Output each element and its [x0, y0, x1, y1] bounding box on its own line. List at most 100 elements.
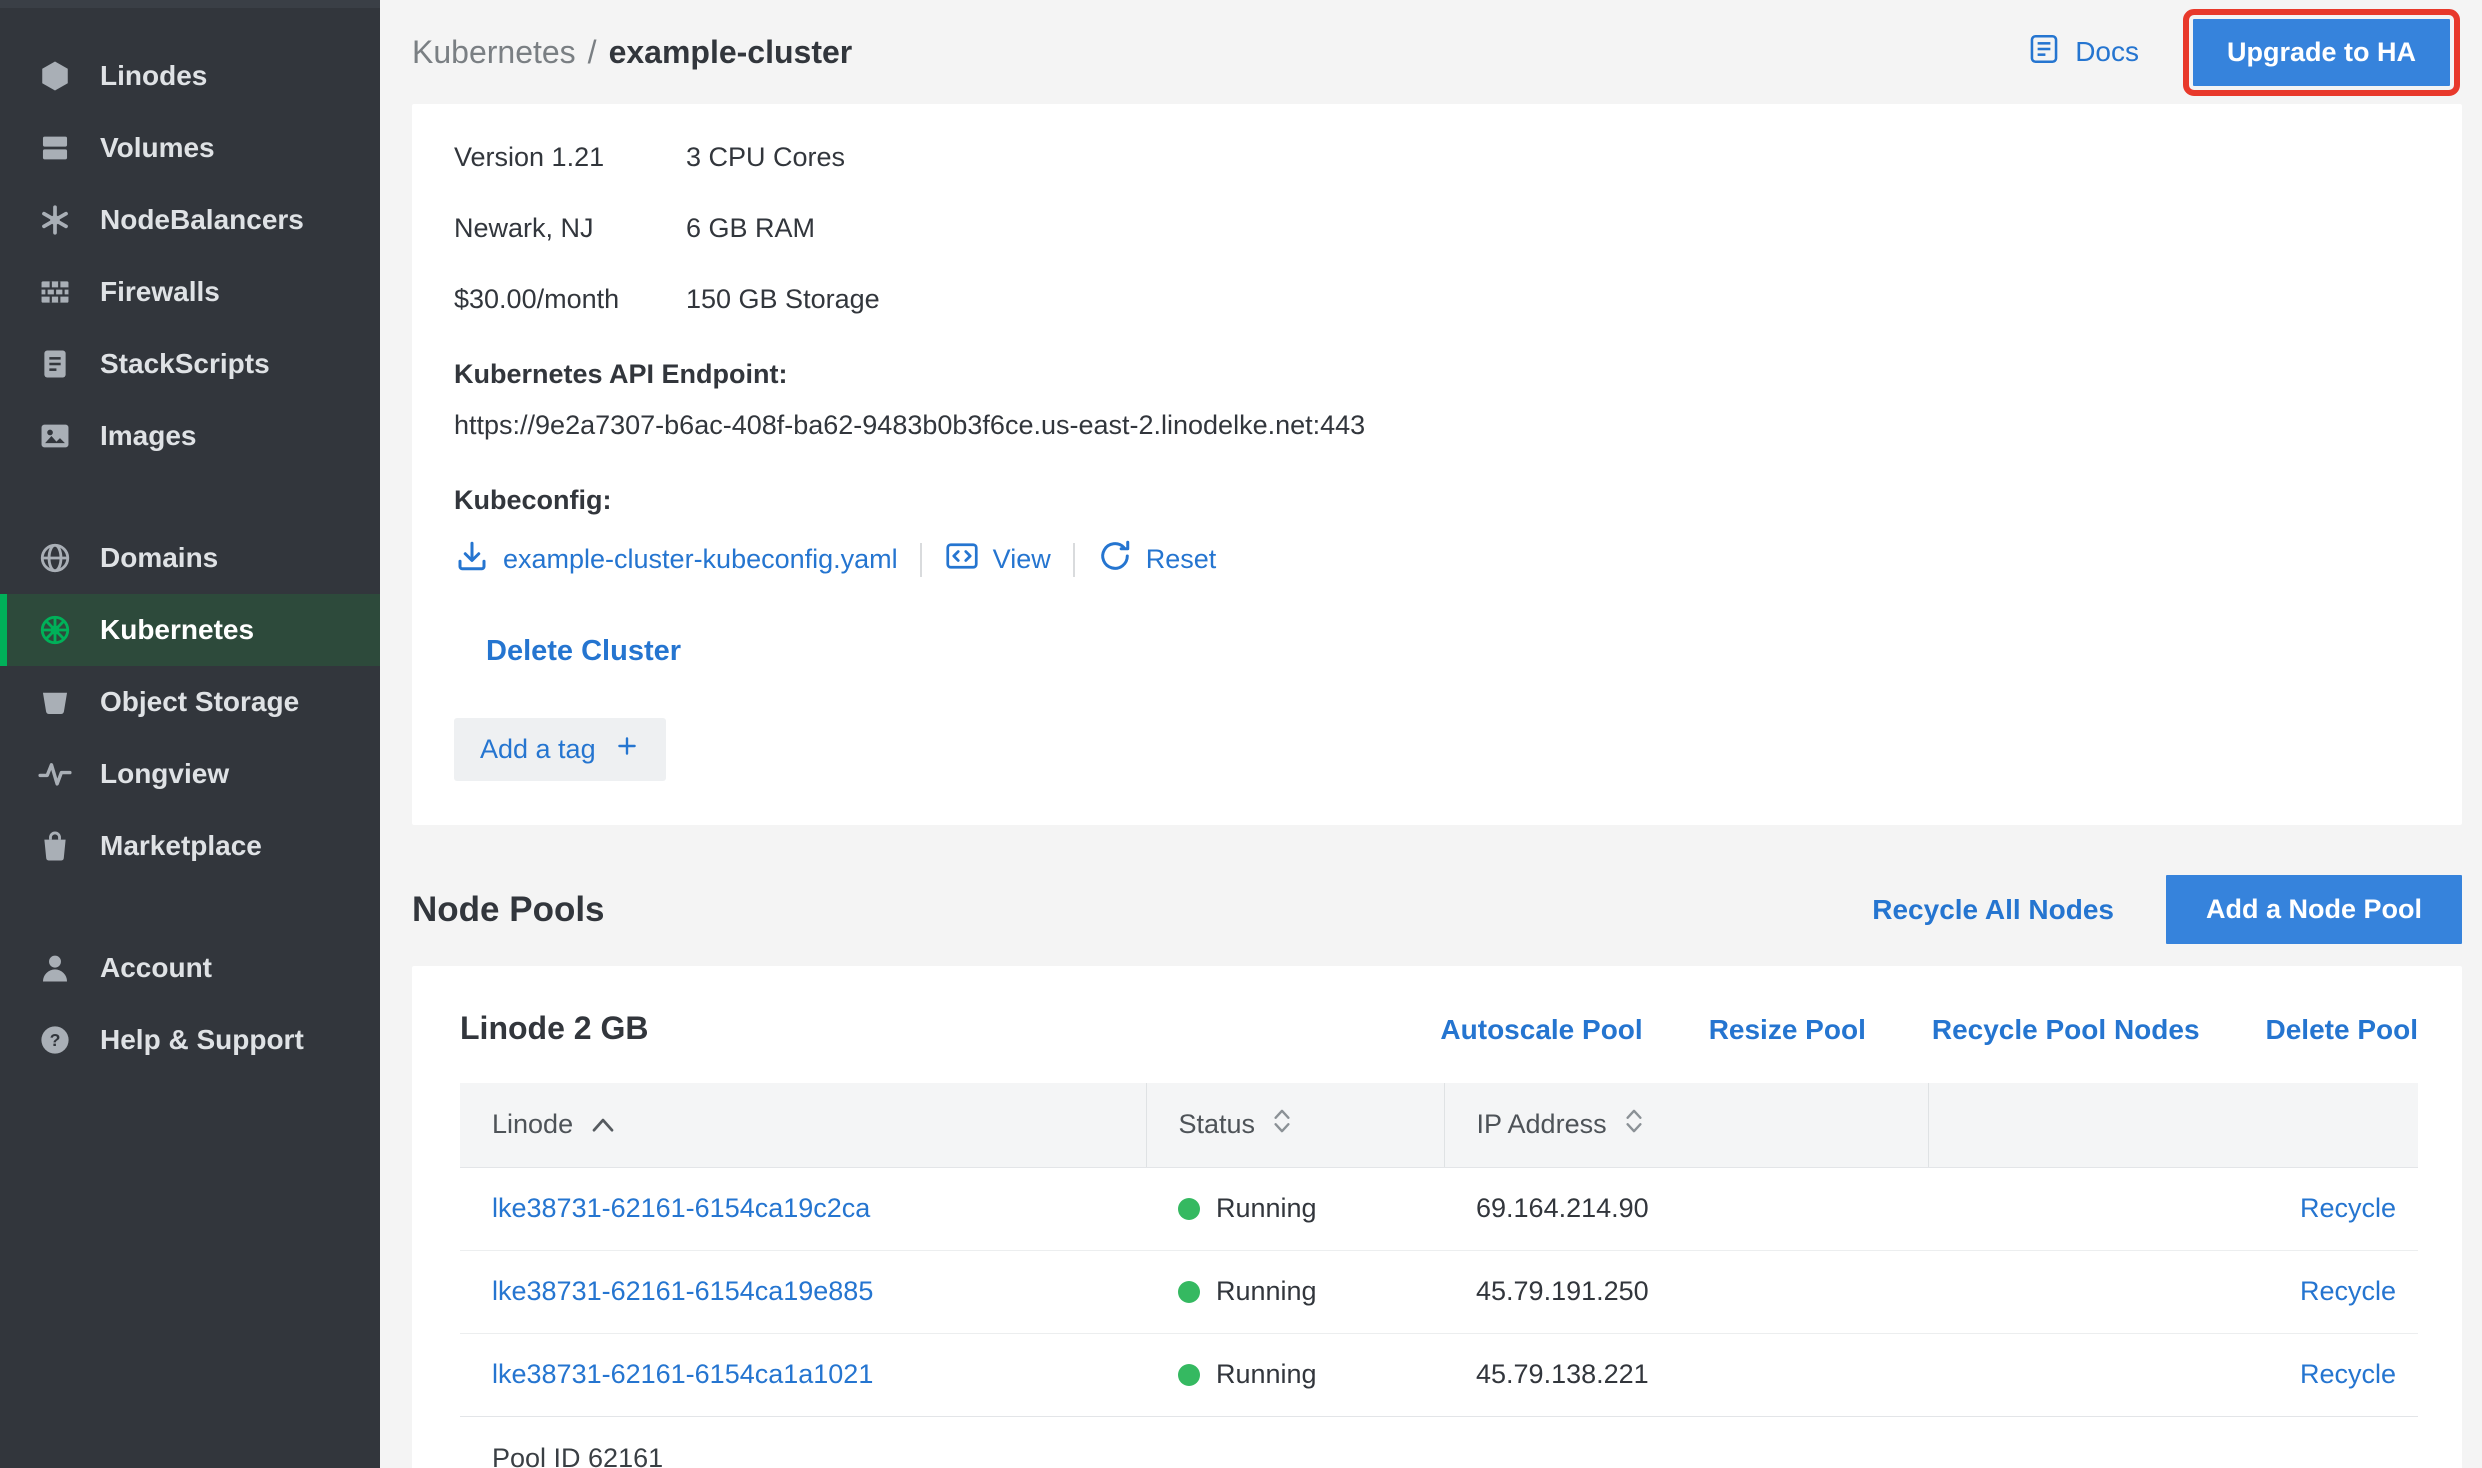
sidebar-top-strip — [0, 0, 380, 8]
recycle-node-button[interactable]: Recycle — [2300, 1359, 2396, 1389]
spec-version: Version 1.21 — [454, 142, 686, 173]
pool-plan-title: Linode 2 GB — [460, 1010, 648, 1047]
recycle-node-button[interactable]: Recycle — [2300, 1276, 2396, 1306]
sidebar-item-label: StackScripts — [100, 348, 270, 380]
spec-cpu: 3 CPU Cores — [686, 142, 2420, 173]
sidebar-item-label: Account — [100, 952, 212, 984]
table-footer-row: Pool ID 62161 — [460, 1416, 2418, 1468]
column-header-linode[interactable]: Linode — [460, 1083, 1146, 1167]
column-header-actions — [1928, 1083, 2418, 1167]
page-header: Kubernetes / example-cluster Docs Upgrad… — [412, 0, 2462, 104]
pool-actions: Autoscale Pool Resize Pool Recycle Pool … — [1440, 1014, 2418, 1046]
sidebar-item-help-support[interactable]: ? Help & Support — [0, 1004, 380, 1076]
api-endpoint-label: Kubernetes API Endpoint: — [454, 359, 2420, 390]
node-pools-title: Node Pools — [412, 890, 605, 930]
kubeconfig-row: example-cluster-kubeconfig.yaml View Res… — [454, 538, 2420, 581]
pool-header: Linode 2 GB Autoscale Pool Resize Pool R… — [460, 1010, 2418, 1047]
shopping-bag-icon — [36, 827, 74, 865]
upgrade-to-ha-button[interactable]: Upgrade to HA — [2193, 19, 2450, 86]
kubeconfig-label: Kubeconfig: — [454, 485, 2420, 516]
cube-icon — [36, 57, 74, 95]
delete-cluster-button[interactable]: Delete Cluster — [486, 635, 681, 668]
status-running-dot — [1178, 1281, 1200, 1303]
sidebar-group-divider — [0, 882, 380, 932]
divider — [920, 543, 922, 577]
node-link[interactable]: lke38731-62161-6154ca19e885 — [492, 1276, 873, 1306]
code-view-icon — [944, 538, 980, 581]
sidebar-item-object-storage[interactable]: Object Storage — [0, 666, 380, 738]
delete-pool-button[interactable]: Delete Pool — [2266, 1014, 2418, 1046]
sidebar-item-label: Linodes — [100, 60, 207, 92]
plus-icon — [614, 733, 640, 766]
column-header-ip[interactable]: IP Address — [1444, 1083, 1928, 1167]
resize-pool-button[interactable]: Resize Pool — [1709, 1014, 1866, 1046]
reset-icon — [1097, 538, 1133, 581]
kubeconfig-view-button[interactable]: View — [944, 538, 1051, 581]
column-header-status[interactable]: Status — [1146, 1083, 1444, 1167]
picture-icon — [36, 417, 74, 455]
sidebar-item-longview[interactable]: Longview — [0, 738, 380, 810]
node-link[interactable]: lke38731-62161-6154ca1a1021 — [492, 1359, 873, 1389]
table-row: lke38731-62161-6154ca19e885 Running 45.7… — [460, 1250, 2418, 1333]
recycle-all-nodes-button[interactable]: Recycle All Nodes — [1872, 894, 2114, 926]
table-row: lke38731-62161-6154ca19c2ca Running 69.1… — [460, 1167, 2418, 1250]
status-label: Running — [1216, 1193, 1317, 1224]
sidebar-group-divider — [0, 472, 380, 522]
sidebar-item-linodes[interactable]: Linodes — [0, 40, 380, 112]
svg-text:?: ? — [50, 1030, 61, 1050]
sidebar-item-label: NodeBalancers — [100, 204, 304, 236]
spec-price: $30.00/month — [454, 284, 686, 315]
sidebar-item-domains[interactable]: Domains — [0, 522, 380, 594]
breadcrumb-section[interactable]: Kubernetes — [412, 34, 576, 71]
status-running-dot — [1178, 1198, 1200, 1220]
kubeconfig-reset-button[interactable]: Reset — [1097, 538, 1217, 581]
globe-icon — [36, 539, 74, 577]
view-label: View — [993, 544, 1051, 575]
sidebar-item-account[interactable]: Account — [0, 932, 380, 1004]
table-row: lke38731-62161-6154ca1a1021 Running 45.7… — [460, 1333, 2418, 1416]
sidebar-item-label: Object Storage — [100, 686, 299, 718]
header-actions: Docs Upgrade to HA — [2027, 19, 2462, 86]
add-tag-button[interactable]: Add a tag — [454, 718, 666, 781]
node-pools-header: Node Pools Recycle All Nodes Add a Node … — [412, 875, 2462, 944]
status-label: Running — [1216, 1359, 1317, 1390]
recycle-node-button[interactable]: Recycle — [2300, 1193, 2396, 1223]
table-header-row: Linode Status IP Address — [460, 1083, 2418, 1167]
reset-label: Reset — [1146, 544, 1217, 575]
sidebar: Linodes Volumes NodeBalancers Firewalls … — [0, 0, 380, 1468]
download-icon — [454, 538, 490, 581]
sidebar-item-stackscripts[interactable]: StackScripts — [0, 328, 380, 400]
add-tag-label: Add a tag — [480, 734, 596, 765]
spec-storage: 150 GB Storage — [686, 284, 2420, 315]
api-endpoint-url: https://9e2a7307-b6ac-408f-ba62-9483b0b3… — [454, 410, 2420, 441]
kubeconfig-download-link[interactable]: example-cluster-kubeconfig.yaml — [454, 538, 898, 581]
sidebar-item-label: Help & Support — [100, 1024, 304, 1056]
breadcrumb-current: example-cluster — [609, 34, 853, 71]
sidebar-item-marketplace[interactable]: Marketplace — [0, 810, 380, 882]
sidebar-item-nodebalancers[interactable]: NodeBalancers — [0, 184, 380, 256]
breadcrumb-separator: / — [588, 34, 597, 71]
main-content: Kubernetes / example-cluster Docs Upgrad… — [380, 0, 2482, 1468]
sidebar-item-label: Marketplace — [100, 830, 262, 862]
autoscale-pool-button[interactable]: Autoscale Pool — [1440, 1014, 1642, 1046]
node-link[interactable]: lke38731-62161-6154ca19c2ca — [492, 1193, 870, 1223]
brick-wall-icon — [36, 273, 74, 311]
add-node-pool-button[interactable]: Add a Node Pool — [2166, 875, 2462, 944]
divider — [1073, 543, 1075, 577]
sidebar-item-firewalls[interactable]: Firewalls — [0, 256, 380, 328]
breadcrumb: Kubernetes / example-cluster — [412, 34, 852, 71]
sidebar-item-kubernetes[interactable]: Kubernetes — [0, 594, 380, 666]
nodebalancer-icon — [36, 201, 74, 239]
kubernetes-wheel-icon — [36, 611, 74, 649]
sidebar-item-images[interactable]: Images — [0, 400, 380, 472]
kubeconfig-filename: example-cluster-kubeconfig.yaml — [503, 544, 898, 575]
sidebar-item-volumes[interactable]: Volumes — [0, 112, 380, 184]
pulse-icon — [36, 755, 74, 793]
recycle-pool-nodes-button[interactable]: Recycle Pool Nodes — [1932, 1014, 2200, 1046]
cluster-specs: Version 1.21 3 CPU Cores Newark, NJ 6 GB… — [454, 142, 2420, 315]
docs-link[interactable]: Docs — [2027, 32, 2139, 73]
docs-label: Docs — [2075, 36, 2139, 68]
docs-icon — [2027, 32, 2061, 73]
node-ip: 69.164.214.90 — [1476, 1193, 1649, 1223]
sidebar-item-label: Domains — [100, 542, 218, 574]
